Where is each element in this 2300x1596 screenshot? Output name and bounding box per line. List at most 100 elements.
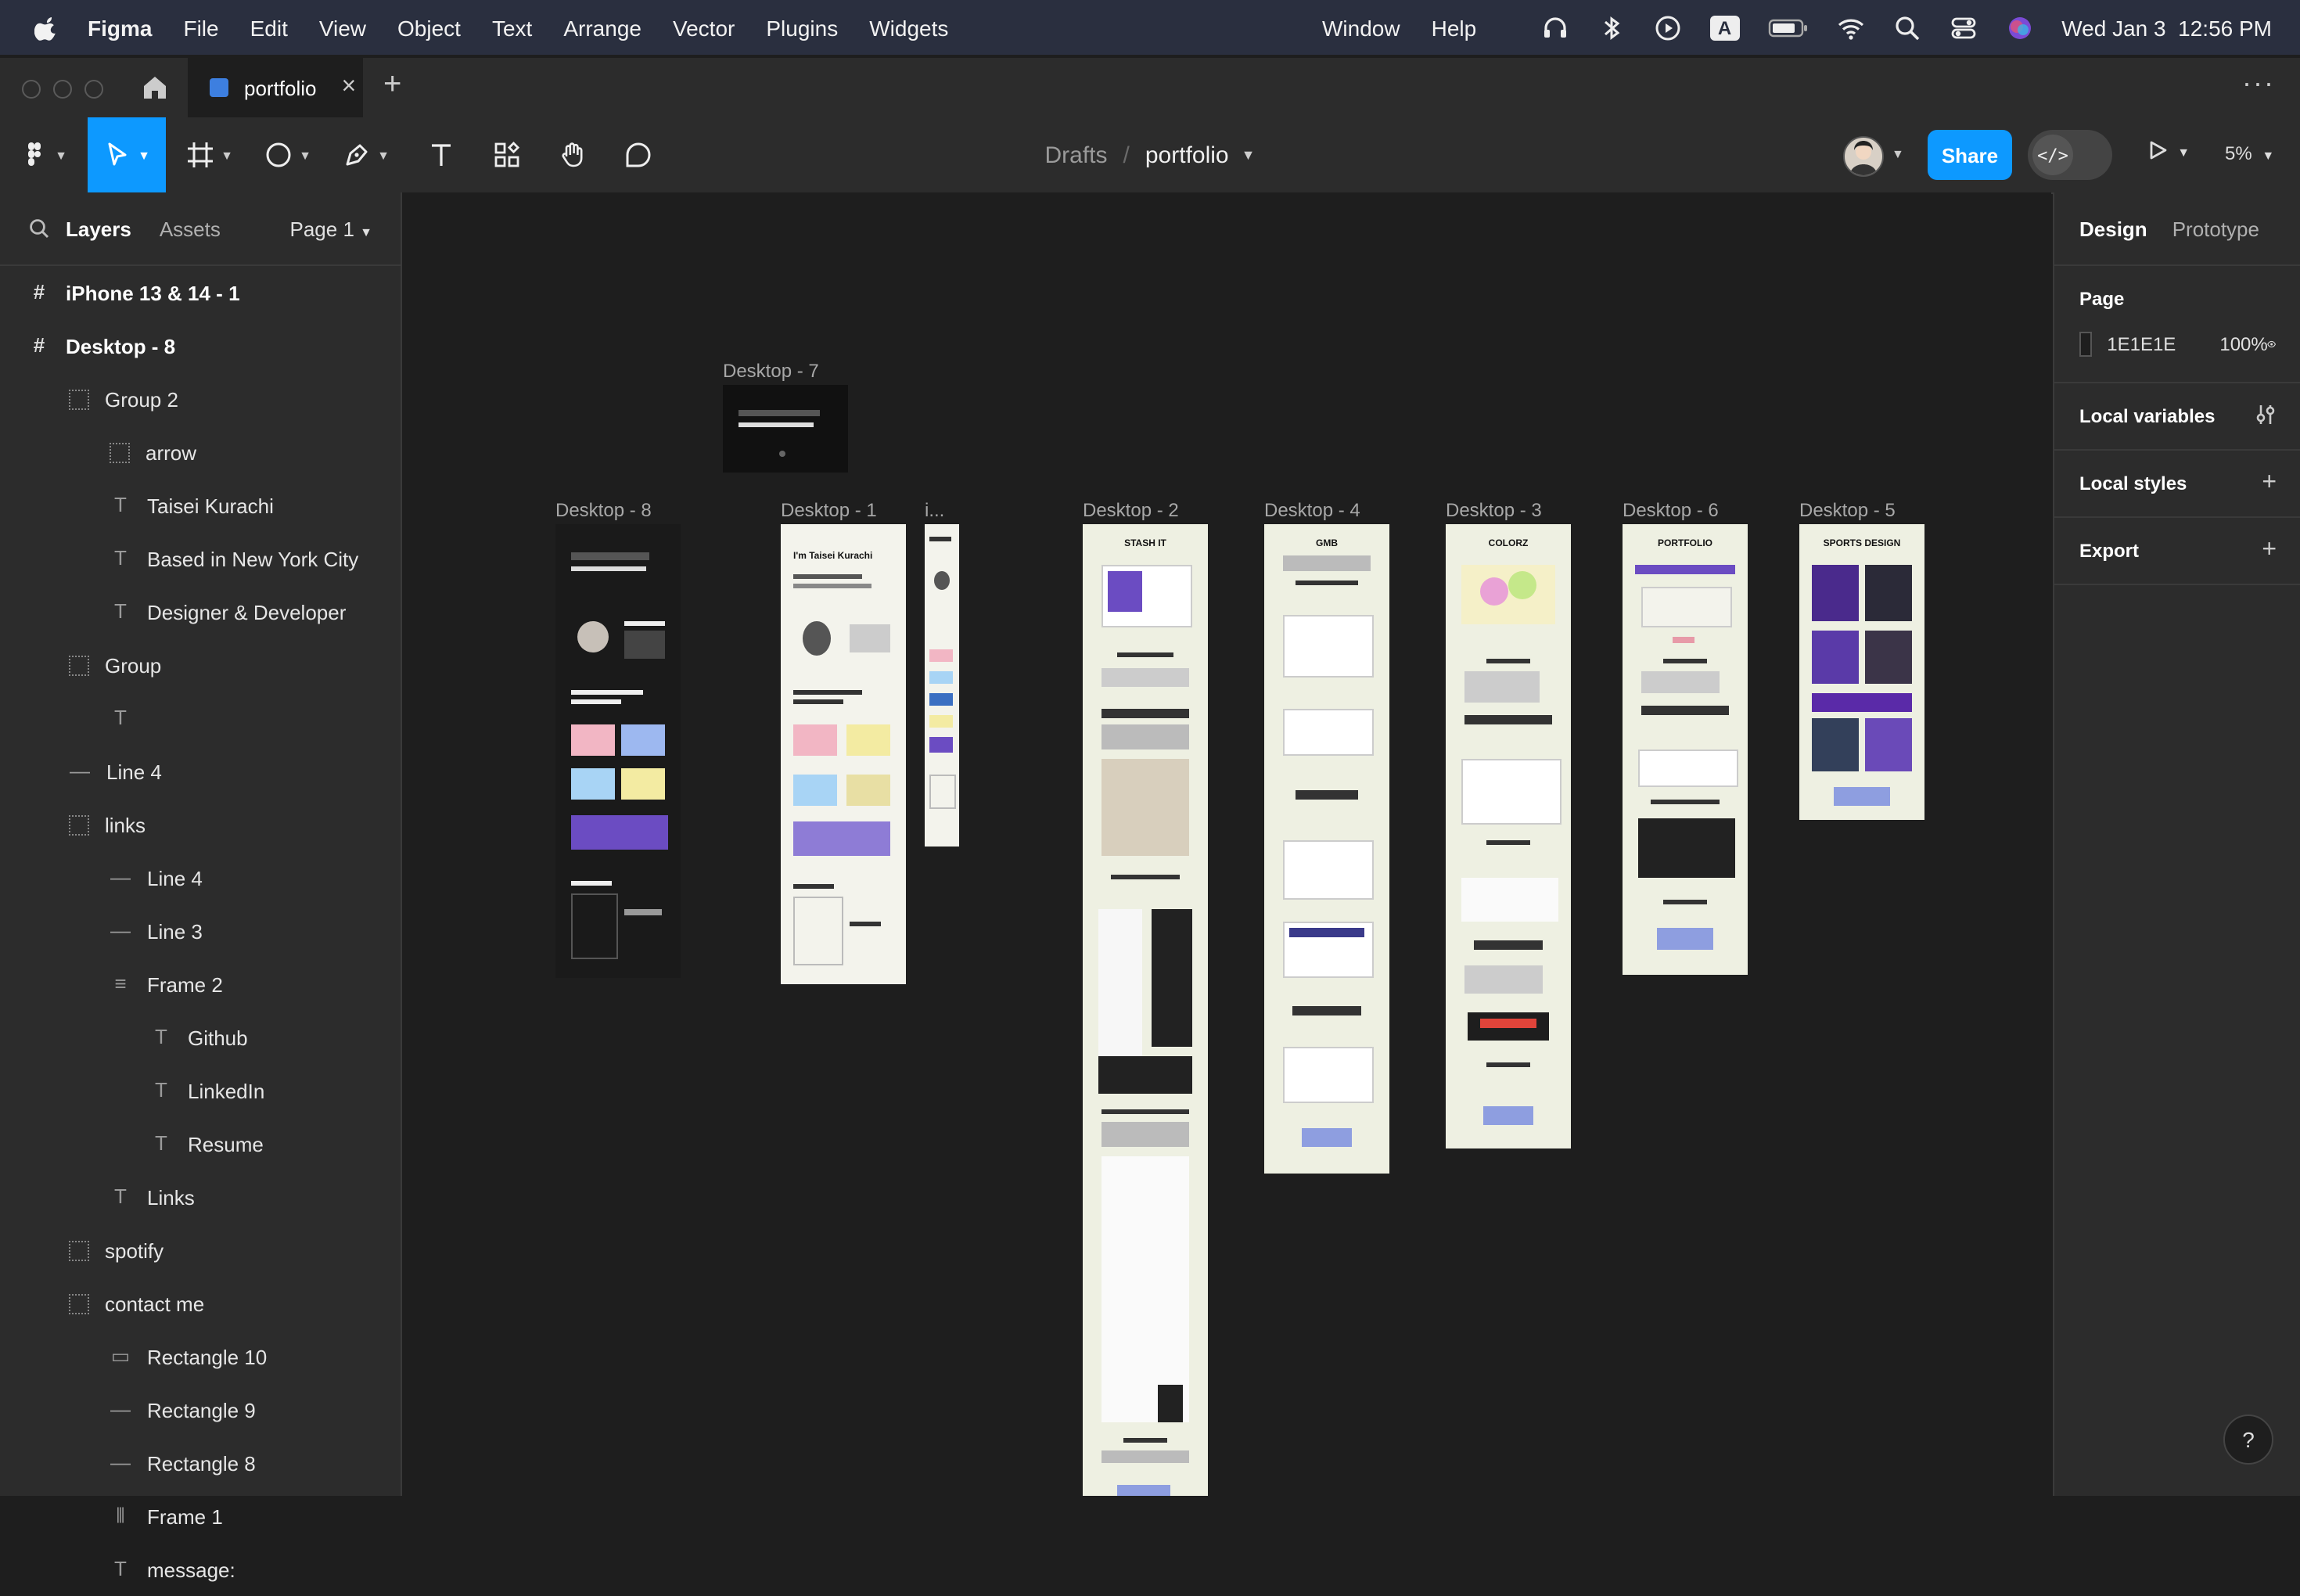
play-circle-icon[interactable] [1654, 13, 1682, 41]
page-color-row[interactable]: 1E1E1E 100% [2079, 332, 2277, 357]
control-center-icon[interactable] [1949, 13, 1977, 41]
layer-row[interactable]: # iPhone 13 & 14 - 1 [0, 266, 401, 319]
move-tool-button[interactable]: ▼ [88, 117, 166, 192]
page-color-value[interactable]: 1E1E1E [2107, 333, 2176, 355]
frame-label-desktop-5[interactable]: Desktop - 5 [1799, 499, 1896, 521]
tab-prototype[interactable]: Prototype [2172, 217, 2259, 240]
chevron-down-icon[interactable]: ▼ [1892, 147, 1904, 161]
page-color-swatch[interactable] [2079, 332, 2092, 357]
menu-vector[interactable]: Vector [673, 15, 735, 40]
layer-row[interactable]: — Rectangle 9 [0, 1383, 401, 1436]
frame-label-desktop-2[interactable]: Desktop - 2 [1083, 499, 1179, 521]
zoom-window-button[interactable] [84, 80, 103, 99]
avatar[interactable] [1843, 136, 1884, 177]
layer-row[interactable]: ⋯ links [0, 798, 401, 851]
tab-portfolio[interactable]: portfolio × [188, 58, 363, 117]
layer-row[interactable]: ⋯ spotify [0, 1224, 401, 1277]
pen-tool-button[interactable]: ▼ [332, 117, 401, 192]
new-tab-button[interactable]: + [383, 67, 401, 103]
layer-row[interactable]: ≡ Frame 2 [0, 958, 401, 1011]
layer-row[interactable]: T Links [0, 1170, 401, 1224]
spotlight-search-icon[interactable] [1892, 13, 1921, 41]
layer-row[interactable]: ⫴ Frame 1 [0, 1490, 401, 1543]
menu-widgets[interactable]: Widgets [869, 15, 948, 40]
share-button[interactable]: Share [1928, 130, 2012, 180]
more-options-icon[interactable]: ··· [2242, 67, 2275, 100]
menu-app-name[interactable]: Figma [88, 15, 152, 40]
dev-mode-toggle[interactable]: </> [2028, 130, 2112, 180]
layer-row[interactable]: T Based in New York City [0, 532, 401, 585]
menu-object[interactable]: Object [397, 15, 461, 40]
layer-row[interactable]: Tmessage: [0, 1543, 401, 1596]
apple-icon[interactable] [34, 15, 59, 40]
minimize-window-button[interactable] [53, 80, 72, 99]
layer-row[interactable]: ⋯ Group [0, 638, 401, 692]
text-tool-button[interactable] [413, 117, 469, 192]
layer-row[interactable]: ▭ Rectangle 10 [0, 1330, 401, 1383]
layer-row[interactable]: ⋯ arrow [0, 426, 401, 479]
bluetooth-icon[interactable] [1597, 13, 1626, 41]
frame-tool-button[interactable]: ▼ [175, 117, 244, 192]
layer-row[interactable]: — Rectangle 8 [0, 1436, 401, 1490]
frame-desktop-2[interactable]: STASH IT [1083, 524, 1208, 1496]
frame-iphone-13-14-1[interactable] [925, 524, 959, 847]
comment-tool-button[interactable] [610, 117, 667, 192]
breadcrumb-drafts[interactable]: Drafts [1045, 142, 1108, 168]
layer-row[interactable]: — Line 4 [0, 745, 401, 798]
frame-label-desktop-3[interactable]: Desktop - 3 [1446, 499, 1542, 521]
menu-file[interactable]: File [183, 15, 218, 40]
sliders-icon[interactable] [2255, 404, 2277, 426]
help-button[interactable]: ? [2223, 1414, 2273, 1465]
zoom-level-button[interactable]: 5% ▼ [2225, 142, 2274, 164]
present-button[interactable]: ▼ [2147, 139, 2190, 166]
layer-row[interactable]: ⋯ contact me [0, 1277, 401, 1330]
breadcrumb-file-name[interactable]: portfolio [1145, 142, 1229, 168]
frame-desktop-4[interactable]: GMB [1264, 524, 1389, 1174]
menu-edit[interactable]: Edit [250, 15, 288, 40]
add-export-icon[interactable]: + [2262, 537, 2277, 565]
frame-label-desktop-8[interactable]: Desktop - 8 [555, 499, 652, 521]
layer-row[interactable]: ⋯ Group 2 [0, 372, 401, 426]
menu-text[interactable]: Text [492, 15, 532, 40]
input-source-badge[interactable]: A [1709, 15, 1740, 40]
layer-row[interactable]: T Taisei Kurachi [0, 479, 401, 532]
main-menu-button[interactable]: ▼ [9, 117, 78, 192]
layer-row[interactable]: T Github [0, 1011, 401, 1064]
menu-help[interactable]: Help [1432, 15, 1477, 40]
menu-window[interactable]: Window [1322, 15, 1400, 40]
layer-row[interactable]: T [0, 692, 401, 745]
battery-icon[interactable] [1767, 13, 1808, 41]
frame-label-desktop-4[interactable]: Desktop - 4 [1264, 499, 1360, 521]
search-icon[interactable] [28, 217, 50, 239]
layer-row[interactable]: # Desktop - 8 [0, 319, 401, 372]
frame-label-iphone[interactable]: i... [925, 499, 944, 521]
frame-desktop-3[interactable]: COLORZ [1446, 524, 1571, 1148]
layer-row[interactable]: — Line 3 [0, 904, 401, 958]
page-opacity-value[interactable]: 100% [2219, 333, 2267, 355]
menu-plugins[interactable]: Plugins [766, 15, 838, 40]
local-variables-section[interactable]: Local variables [2054, 383, 2300, 451]
layer-row[interactable]: T Designer & Developer [0, 585, 401, 638]
eye-icon[interactable] [2267, 333, 2277, 355]
hand-tool-button[interactable] [544, 117, 601, 192]
layer-row[interactable]: — Line 4 [0, 851, 401, 904]
siri-icon[interactable] [2005, 13, 2033, 41]
tab-design[interactable]: Design [2079, 217, 2147, 240]
home-icon[interactable] [138, 70, 172, 105]
frame-label-desktop-1[interactable]: Desktop - 1 [781, 499, 877, 521]
frame-desktop-8[interactable] [555, 524, 681, 978]
add-style-icon[interactable]: + [2262, 469, 2277, 498]
design-canvas[interactable]: Desktop - 7 Desktop - 8 Desktop - 1 I'm … [402, 192, 2051, 1496]
headphones-icon[interactable] [1541, 13, 1569, 41]
shape-tool-button[interactable]: ▼ [253, 117, 322, 192]
frame-label-desktop-7[interactable]: Desktop - 7 [723, 360, 819, 382]
wifi-icon[interactable] [1836, 13, 1864, 41]
page-selector[interactable]: Page 1 ▼ [290, 217, 373, 240]
frame-desktop-1[interactable]: I'm Taisei Kurachi [781, 524, 906, 984]
chevron-down-icon[interactable]: ▼ [1242, 147, 1256, 163]
menu-arrange[interactable]: Arrange [563, 15, 641, 40]
layer-row[interactable]: T Resume [0, 1117, 401, 1170]
close-tab-icon[interactable]: × [342, 74, 357, 102]
frame-desktop-5[interactable]: SPORTS DESIGN [1799, 524, 1924, 820]
layer-row[interactable]: T LinkedIn [0, 1064, 401, 1117]
